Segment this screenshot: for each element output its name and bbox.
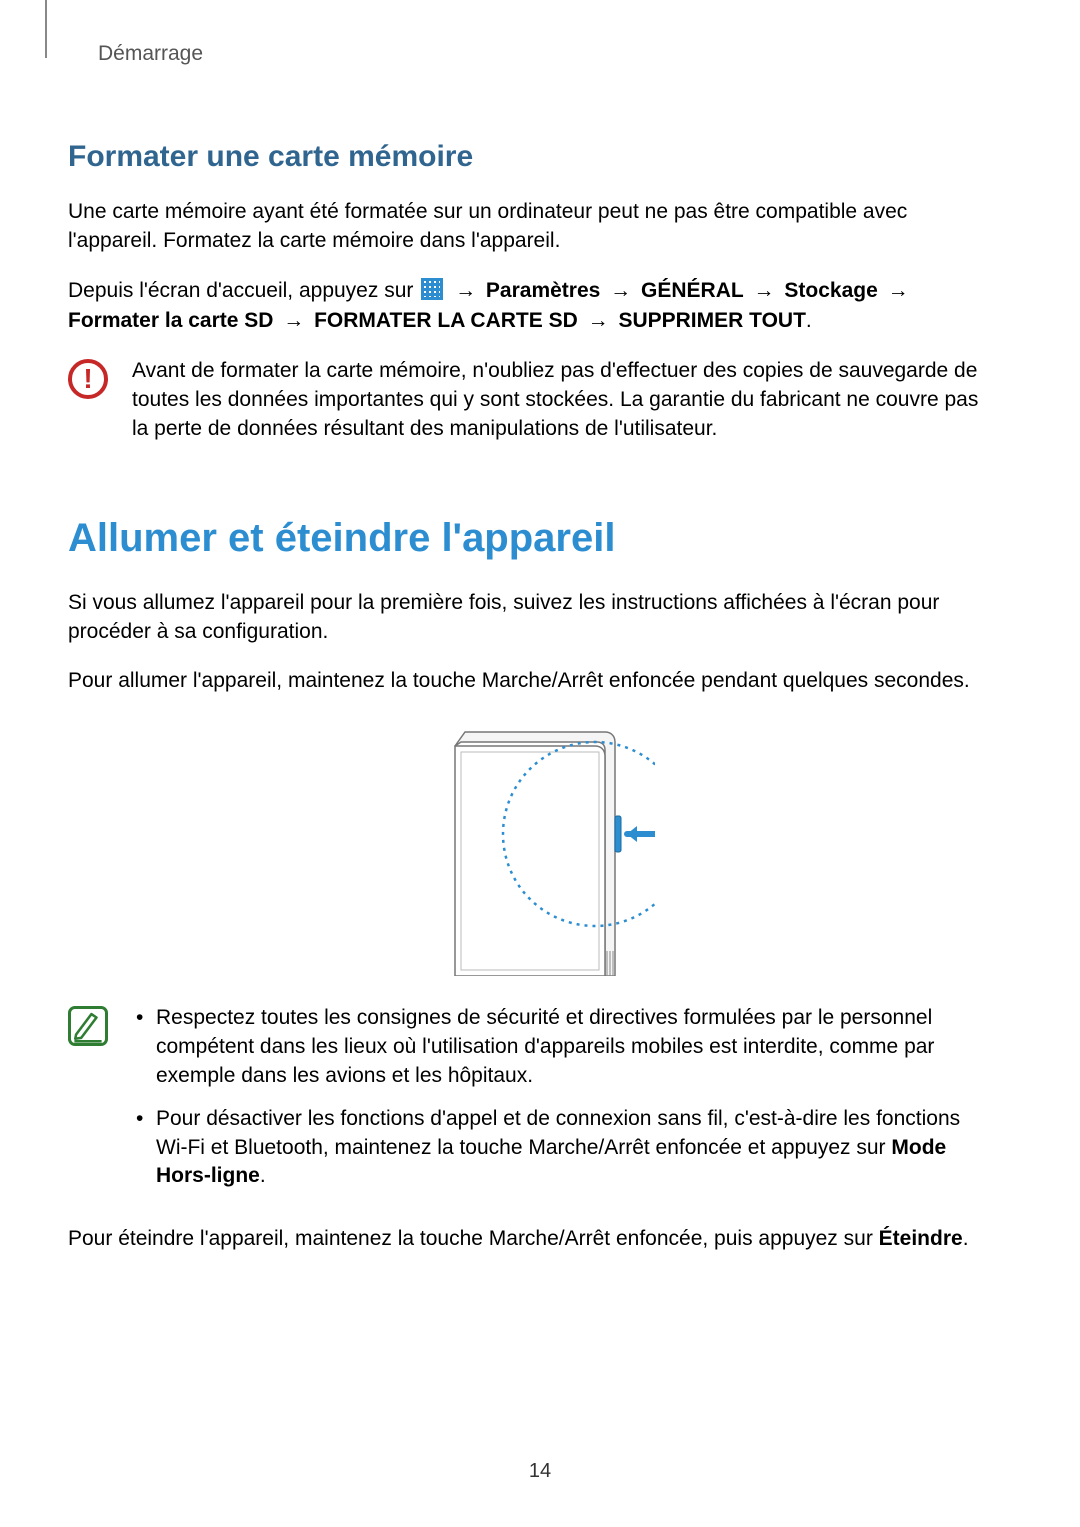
arrow-icon: →	[279, 309, 308, 332]
arrow-icon: →	[750, 279, 779, 302]
format-intro-paragraph: Une carte mémoire ayant été formatée sur…	[68, 198, 982, 256]
note-icon	[68, 1006, 108, 1046]
note-bullet-list: Respectez toutes les consignes de sécuri…	[132, 1004, 982, 1206]
arrow-icon: →	[584, 309, 613, 332]
note-bullet-safety: Respectez toutes les consignes de sécuri…	[132, 1004, 982, 1091]
apps-icon	[421, 278, 443, 300]
warning-callout: ! Avant de formater la carte mémoire, n'…	[68, 357, 982, 444]
section-heading-power: Allumer et éteindre l'appareil	[68, 516, 982, 561]
path-step-stockage: Stockage	[784, 279, 877, 302]
power-off-paragraph: Pour éteindre l'appareil, maintenez la t…	[68, 1225, 982, 1254]
section-heading-format: Formater une carte mémoire	[68, 140, 982, 174]
warning-text: Avant de formater la carte mémoire, n'ou…	[132, 357, 982, 444]
arrow-icon: →	[606, 279, 635, 302]
chapter-label: Démarrage	[98, 42, 982, 66]
arrow-icon: →	[451, 279, 480, 302]
page-number: 14	[529, 1460, 551, 1483]
note-bullet-offline-mode: Pour désactiver les fonctions d'appel et…	[132, 1105, 982, 1192]
device-power-illustration	[68, 716, 982, 976]
power-off-text: Pour éteindre l'appareil, maintenez la t…	[68, 1227, 879, 1250]
path-step-formater-sd: Formater la carte SD	[68, 309, 273, 332]
power-first-time-paragraph: Si vous allumez l'appareil pour la premi…	[68, 589, 982, 647]
header-rule	[45, 0, 47, 58]
path-step-formater-sd-confirm: FORMATER LA CARTE SD	[314, 309, 578, 332]
path-step-supprimer: SUPPRIMER TOUT	[618, 309, 805, 332]
power-off-bold: Éteindre	[879, 1227, 963, 1250]
arrow-icon: →	[884, 279, 913, 302]
note-bullet-offline-text: Pour désactiver les fonctions d'appel et…	[156, 1107, 960, 1159]
note-callout: Respectez toutes les consignes de sécuri…	[68, 1004, 982, 1206]
warning-icon: !	[68, 359, 108, 399]
power-on-paragraph: Pour allumer l'appareil, maintenez la to…	[68, 667, 982, 696]
path-intro-text: Depuis l'écran d'accueil, appuyez sur	[68, 279, 413, 302]
path-step-parametres: Paramètres	[486, 279, 600, 302]
path-step-general: GÉNÉRAL	[641, 279, 744, 302]
format-path-paragraph: Depuis l'écran d'accueil, appuyez sur → …	[68, 276, 982, 337]
